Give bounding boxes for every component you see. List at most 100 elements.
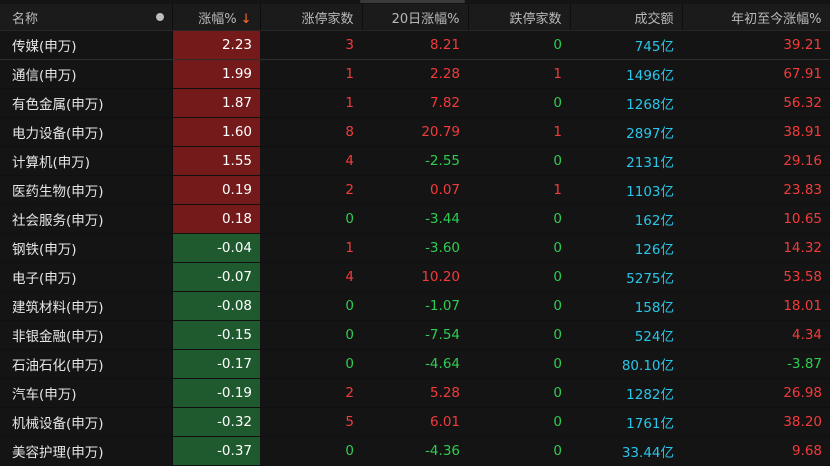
limit-up-count-cell: 0 [260,204,362,234]
table-row[interactable]: 汽车(申万) -0.19 2 5.28 0 1282亿 26.98 [0,378,830,408]
pct-change-cell: 1.60 [171,117,260,147]
ytd-change-cell: 67.91 [682,59,830,89]
turnover-cell: 524亿 [570,320,682,350]
ytd-change-cell: 38.20 [682,407,830,437]
ytd-change-cell: 23.83 [682,175,830,205]
pct-change-cell: -0.15 [171,320,260,350]
limit-up-count-cell: 8 [260,117,362,147]
limit-up-count-cell: 0 [260,349,362,379]
ytd-change-cell: 26.98 [682,378,830,408]
change-20d-cell: -7.54 [362,320,468,350]
table-row[interactable]: 通信(申万) 1.99 1 2.28 1 1496亿 67.91 [0,59,830,89]
table-row[interactable]: 机械设备(申万) -0.32 5 6.01 0 1761亿 38.20 [0,407,830,437]
turnover-cell: 162亿 [570,204,682,234]
limit-up-count-cell: 1 [260,233,362,263]
limit-down-count-cell: 0 [468,30,570,60]
pct-change-cell: -0.04 [171,233,260,263]
change-20d-cell: 2.28 [362,59,468,89]
pct-change-cell: -0.07 [171,262,260,292]
table-row[interactable]: 电力设备(申万) 1.60 8 20.79 1 2897亿 38.91 [0,117,830,147]
turnover-cell: 126亿 [570,233,682,263]
turnover-cell: 2897亿 [570,117,682,147]
limit-up-count-cell: 4 [260,146,362,176]
pct-change-cell: -0.08 [171,291,260,321]
sort-desc-arrow-icon: ↓ [240,11,252,27]
change-20d-cell: -3.60 [362,233,468,263]
col-header-20d[interactable]: 20日涨幅% [362,4,469,31]
change-20d-cell: -3.44 [362,204,468,234]
table-row[interactable]: 钢铁(申万) -0.04 1 -3.60 0 126亿 14.32 [0,233,830,263]
sector-name-cell: 机械设备(申万) [0,407,172,437]
col-header-name[interactable]: 名称 [0,4,173,31]
limit-down-count-cell: 0 [468,204,570,234]
limit-down-count-cell: 0 [468,291,570,321]
pct-change-cell: -0.37 [171,436,260,466]
pct-change-cell: 0.19 [171,175,260,205]
turnover-cell: 1268亿 [570,88,682,118]
limit-up-count-cell: 3 [260,30,362,60]
ytd-change-cell: 56.32 [682,88,830,118]
change-20d-cell: 5.28 [362,378,468,408]
limit-down-count-cell: 1 [468,175,570,205]
table-row[interactable]: 传媒(申万) 2.23 3 8.21 0 745亿 39.21 [0,30,830,60]
turnover-cell: 80.10亿 [570,349,682,379]
table-row[interactable]: 医药生物(申万) 0.19 2 0.07 1 1103亿 23.83 [0,175,830,205]
sector-table: 名称 涨幅% ↓ 涨停家数 20日涨幅% 跌停家数 成交额 年初至今涨幅% 传媒(… [0,4,830,466]
table-row[interactable]: 建筑材料(申万) -0.08 0 -1.07 0 158亿 18.01 [0,291,830,321]
sector-name-cell: 钢铁(申万) [0,233,172,263]
col-header-pct[interactable]: 涨幅% ↓ [172,4,261,31]
dot-icon[interactable] [155,13,164,21]
limit-down-count-cell: 0 [468,233,570,263]
change-20d-cell: -1.07 [362,291,468,321]
turnover-cell: 33.44亿 [570,436,682,466]
table-row[interactable]: 电子(申万) -0.07 4 10.20 0 5275亿 53.58 [0,262,830,292]
table-row[interactable]: 社会服务(申万) 0.18 0 -3.44 0 162亿 10.65 [0,204,830,234]
table-row[interactable]: 计算机(申万) 1.55 4 -2.55 0 2131亿 29.16 [0,146,830,176]
limit-up-count-cell: 4 [260,262,362,292]
table-row[interactable]: 美容护理(申万) -0.37 0 -4.36 0 33.44亿 9.68 [0,436,830,466]
ytd-change-cell: 29.16 [682,146,830,176]
col-header-limit-up[interactable]: 涨停家数 [260,4,363,31]
ytd-change-cell: -3.87 [682,349,830,379]
pct-change-cell: -0.19 [171,378,260,408]
turnover-cell: 2131亿 [570,146,682,176]
turnover-cell: 5275亿 [570,262,682,292]
sector-name-cell: 医药生物(申万) [0,175,172,205]
turnover-cell: 158亿 [570,291,682,321]
change-20d-cell: -4.64 [362,349,468,379]
ytd-change-cell: 14.32 [682,233,830,263]
sector-name-cell: 通信(申万) [0,59,172,89]
change-20d-cell: 8.21 [362,30,468,60]
change-20d-cell: 6.01 [362,407,468,437]
change-20d-cell: -2.55 [362,146,468,176]
turnover-cell: 1103亿 [570,175,682,205]
limit-up-count-cell: 2 [260,378,362,408]
ytd-change-cell: 4.34 [682,320,830,350]
limit-up-count-cell: 0 [260,320,362,350]
ytd-change-cell: 39.21 [682,30,830,60]
pct-change-cell: 2.23 [171,30,260,60]
pct-change-cell: -0.17 [171,349,260,379]
table-row[interactable]: 有色金属(申万) 1.87 1 7.82 0 1268亿 56.32 [0,88,830,118]
pct-change-cell: 1.87 [171,88,260,118]
change-20d-cell: 7.82 [362,88,468,118]
limit-down-count-cell: 0 [468,320,570,350]
col-header-volume[interactable]: 成交额 [570,4,683,31]
table-row[interactable]: 石油石化(申万) -0.17 0 -4.64 0 80.10亿 -3.87 [0,349,830,379]
change-20d-cell: 20.79 [362,117,468,147]
col-header-ytd[interactable]: 年初至今涨幅% [682,4,830,31]
turnover-cell: 1496亿 [570,59,682,89]
sector-name-cell: 石油石化(申万) [0,349,172,379]
limit-down-count-cell: 1 [468,59,570,89]
table-header-row: 名称 涨幅% ↓ 涨停家数 20日涨幅% 跌停家数 成交额 年初至今涨幅% [0,4,830,31]
ytd-change-cell: 38.91 [682,117,830,147]
sector-name-cell: 计算机(申万) [0,146,172,176]
pct-change-cell: 0.18 [171,204,260,234]
limit-down-count-cell: 0 [468,146,570,176]
drag-handle[interactable] [360,0,465,3]
col-header-limit-down[interactable]: 跌停家数 [468,4,571,31]
table-row[interactable]: 非银金融(申万) -0.15 0 -7.54 0 524亿 4.34 [0,320,830,350]
sector-name-cell: 传媒(申万) [0,30,172,60]
turnover-cell: 1761亿 [570,407,682,437]
sector-name-cell: 电力设备(申万) [0,117,172,147]
